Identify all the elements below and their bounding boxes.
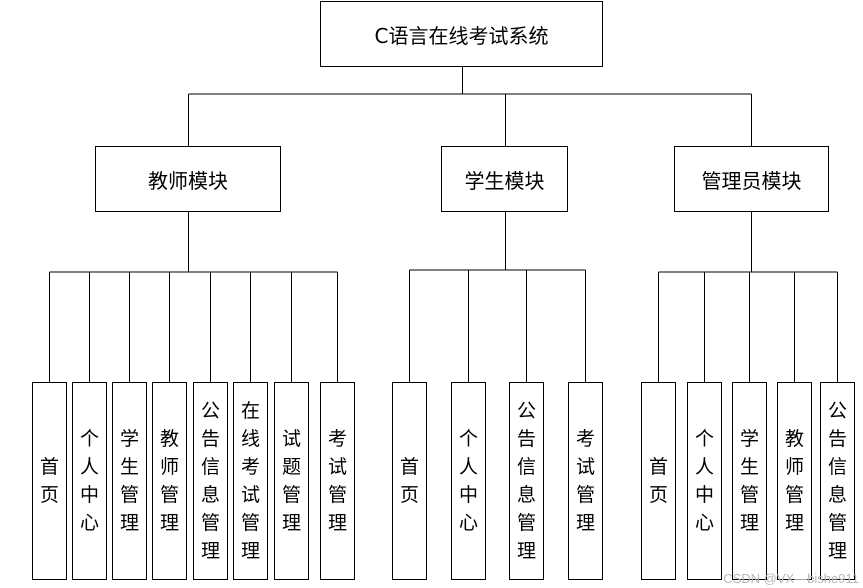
structure-diagram: C语言在线考试系统 教师模块 学生模块 管理员模块 首 页 个 人 中 心 学 …	[0, 0, 863, 588]
leaf-admin-home: 首 页	[641, 382, 676, 580]
module-student: 学生模块	[441, 146, 568, 212]
leaf-admin-profile: 个 人 中 心	[687, 382, 722, 580]
leaf-teacher-teacher-mgmt: 教 师 管 理	[152, 382, 187, 580]
leaf-teacher-online-exam-mgmt: 在 线 考 试 管 理	[233, 382, 268, 580]
leaf-student-exam-mgmt: 考 试 管 理	[568, 382, 603, 580]
watermark: CSDN @VX—bishe911	[723, 571, 859, 586]
leaf-student-profile: 个 人 中 心	[451, 382, 486, 580]
leaf-admin-teacher-mgmt: 教 师 管 理	[777, 382, 812, 580]
leaf-teacher-profile: 个 人 中 心	[72, 382, 107, 580]
module-teacher: 教师模块	[95, 146, 281, 212]
leaf-admin-notice-mgmt: 公 告 信 息 管 理	[820, 382, 855, 580]
leaf-teacher-exam-mgmt: 考 试 管 理	[320, 382, 355, 580]
leaf-teacher-question-mgmt: 试 题 管 理	[274, 382, 309, 580]
leaf-teacher-home: 首 页	[32, 382, 67, 580]
leaf-student-home: 首 页	[392, 382, 427, 580]
leaf-teacher-notice-mgmt: 公 告 信 息 管 理	[193, 382, 228, 580]
root-node: C语言在线考试系统	[320, 1, 603, 67]
module-admin: 管理员模块	[674, 146, 829, 212]
leaf-admin-student-mgmt: 学 生 管 理	[732, 382, 767, 580]
leaf-teacher-student-mgmt: 学 生 管 理	[112, 382, 147, 580]
leaf-student-notice-mgmt: 公 告 信 息 管 理	[509, 382, 544, 580]
